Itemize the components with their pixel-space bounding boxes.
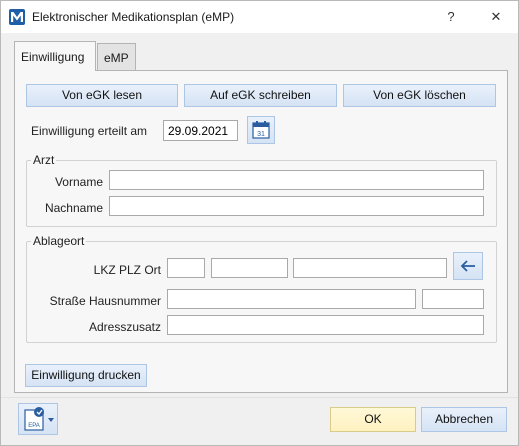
- lkz-plz-ort-label: LKZ PLZ Ort: [93, 263, 161, 277]
- calendar-day: 31: [257, 131, 265, 138]
- title-bar: Elektronischer Medikationsplan (eMP) ? ✕: [1, 1, 518, 33]
- epa-icon: EPA: [24, 407, 54, 431]
- hausnummer-input[interactable]: [422, 289, 484, 309]
- read-egk-button[interactable]: Von eGK lesen: [26, 84, 178, 107]
- tab-einwilligung[interactable]: Einwilligung: [14, 41, 96, 71]
- strasse-input[interactable]: [167, 289, 416, 309]
- consent-date-input[interactable]: [163, 120, 238, 141]
- vorname-label: Vorname: [54, 175, 103, 189]
- ablageort-legend: Ablageort: [33, 234, 85, 248]
- nachname-input[interactable]: [109, 196, 484, 216]
- vorname-input[interactable]: [109, 170, 484, 190]
- adresszusatz-label: Adresszusatz: [88, 320, 161, 334]
- epa-icon-text: EPA: [28, 423, 40, 429]
- strasse-label: Straße Hausnummer: [49, 294, 161, 308]
- consent-date-label: Einwilligung erteilt am: [31, 124, 148, 138]
- medication-plan-dialog: Elektronischer Medikationsplan (eMP) ? ✕…: [0, 0, 519, 446]
- print-consent-button[interactable]: Einwilligung drucken: [25, 364, 147, 387]
- ok-button[interactable]: OK: [330, 407, 416, 432]
- window-title: Elektronischer Medikationsplan (eMP): [32, 10, 235, 24]
- calendar-button[interactable]: 31: [247, 116, 275, 144]
- arzt-legend: Arzt: [33, 153, 55, 167]
- epa-menu-button[interactable]: EPA: [18, 403, 58, 435]
- back-arrow-button[interactable]: [453, 252, 483, 280]
- calendar-icon: 31: [252, 121, 270, 139]
- lkz-input[interactable]: [167, 258, 205, 278]
- write-egk-button[interactable]: Auf eGK schreiben: [184, 84, 337, 107]
- app-icon: [9, 9, 25, 25]
- close-button[interactable]: ✕: [482, 5, 510, 29]
- tab-emp[interactable]: eMP: [97, 43, 136, 71]
- footer-divider: [1, 397, 518, 398]
- adresszusatz-input[interactable]: [167, 315, 484, 335]
- arrow-left-icon: [460, 260, 475, 272]
- ort-input[interactable]: [293, 258, 447, 278]
- nachname-label: Nachname: [44, 201, 103, 215]
- help-button[interactable]: ?: [437, 5, 465, 29]
- tab-panel-einwilligung: Von eGK lesen Auf eGK schreiben Von eGK …: [14, 70, 508, 393]
- cancel-button[interactable]: Abbrechen: [421, 407, 507, 432]
- delete-egk-button[interactable]: Von eGK löschen: [343, 84, 496, 107]
- plz-input[interactable]: [211, 258, 288, 278]
